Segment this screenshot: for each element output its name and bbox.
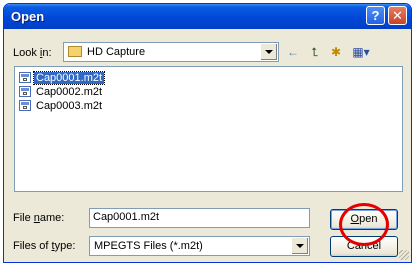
video-file-icon xyxy=(19,72,31,83)
list-item[interactable]: Cap0001.m2t xyxy=(19,70,106,85)
help-button[interactable]: ? xyxy=(366,6,385,25)
cancel-button[interactable]: Cancel xyxy=(330,236,398,257)
file-type-dropdown[interactable]: MPEGTS Files (*.m2t) xyxy=(89,236,310,256)
video-file-icon xyxy=(19,86,31,97)
resize-grip[interactable] xyxy=(399,250,409,260)
open-button[interactable]: Open xyxy=(330,209,398,230)
folder-icon xyxy=(68,46,82,57)
look-in-value: HD Capture xyxy=(87,46,146,58)
window-title: Open xyxy=(11,9,45,24)
chevron-down-icon[interactable] xyxy=(260,44,277,60)
file-type-value: MPEGTS Files (*.m2t) xyxy=(94,240,203,252)
title-bar[interactable]: Open ? ✕ xyxy=(4,4,411,29)
close-button[interactable]: ✕ xyxy=(388,6,407,25)
file-name-label: File name: xyxy=(13,212,65,224)
back-button[interactable]: ← xyxy=(284,44,302,60)
look-in-dropdown[interactable]: HD Capture xyxy=(63,42,279,62)
file-name-input[interactable]: Cap0001.m2t xyxy=(89,208,310,228)
open-dialog: Open ? ✕ Look in: HD Capture ← ⮤ ✱ ▦▾ Ca… xyxy=(3,3,412,263)
chevron-down-icon[interactable] xyxy=(291,238,308,254)
file-name: Cap0002.m2t xyxy=(36,85,103,98)
list-item[interactable]: Cap0003.m2t xyxy=(19,99,104,112)
file-name: Cap0001.m2t xyxy=(32,70,106,85)
file-name: Cap0003.m2t xyxy=(36,99,103,112)
new-folder-button[interactable]: ✱ xyxy=(327,44,345,60)
list-item[interactable]: Cap0002.m2t xyxy=(19,85,104,98)
video-file-icon xyxy=(19,100,31,111)
view-menu-button[interactable]: ▦▾ xyxy=(350,44,372,60)
up-folder-button[interactable]: ⮤ xyxy=(306,44,324,60)
file-list[interactable]: Cap0001.m2t Cap0002.m2t Cap0003.m2t xyxy=(14,66,403,192)
look-in-label: Look in: xyxy=(13,47,52,59)
file-type-label: Files of type: xyxy=(13,240,76,252)
